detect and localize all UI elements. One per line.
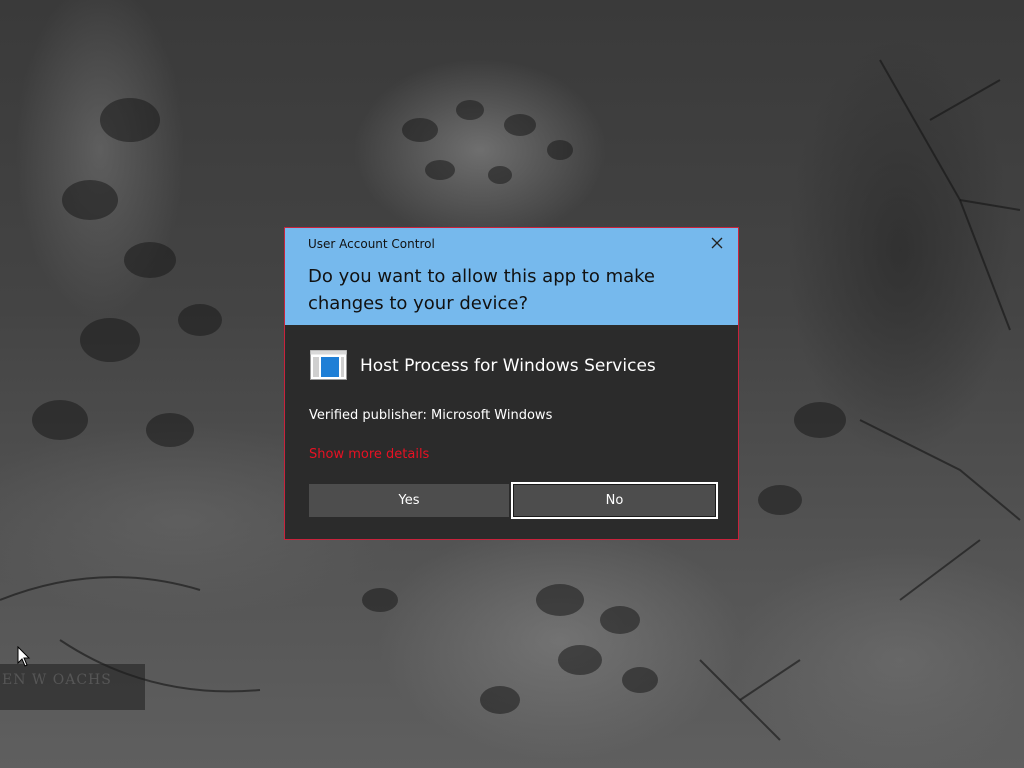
watermark-text: EN W OACHS [2, 672, 112, 688]
show-more-details-link[interactable]: Show more details [309, 447, 429, 462]
dialog-title: User Account Control [308, 237, 435, 251]
consent-question: Do you want to allow this app to make ch… [308, 266, 655, 314]
no-button[interactable]: No [511, 482, 718, 519]
wallpaper-watermark: EN W OACHS [0, 664, 145, 710]
dialog-header: User Account Control Do you want to allo… [285, 228, 738, 325]
verified-publisher: Verified publisher: Microsoft Windows [309, 408, 553, 423]
yes-button[interactable]: Yes [309, 484, 509, 517]
app-name: Host Process for Windows Services [360, 356, 656, 376]
close-icon[interactable] [710, 236, 724, 250]
mouse-cursor-icon [17, 646, 31, 667]
window-app-icon [310, 350, 347, 380]
uac-dialog: User Account Control Do you want to allo… [284, 227, 739, 540]
